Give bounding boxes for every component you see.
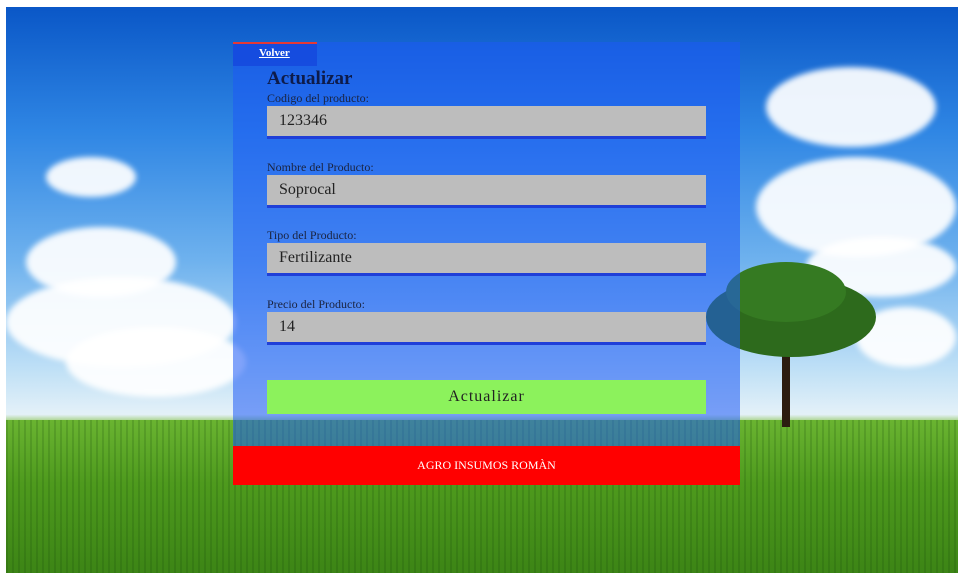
- back-nav-bar: Volver: [233, 42, 317, 66]
- cloud: [46, 157, 136, 197]
- tree-trunk: [782, 347, 790, 427]
- form-title: Actualizar: [267, 68, 353, 89]
- footer-brand: AGRO INSUMOS ROMÀN: [233, 446, 740, 485]
- label-tipo: Tipo del Producto:: [267, 228, 357, 242]
- tipo-input[interactable]: [267, 243, 706, 276]
- tree-crown: [726, 262, 846, 322]
- back-link[interactable]: Volver: [259, 47, 290, 59]
- nombre-input[interactable]: [267, 175, 706, 208]
- update-button[interactable]: Actualizar: [267, 380, 706, 414]
- cloud: [766, 67, 936, 147]
- label-codigo: Codigo del producto:: [267, 91, 369, 105]
- footer-text: AGRO INSUMOS ROMÀN: [417, 458, 556, 472]
- cloud: [66, 327, 246, 397]
- label-precio: Precio del Producto:: [267, 297, 365, 311]
- precio-input[interactable]: [267, 312, 706, 345]
- label-nombre: Nombre del Producto:: [267, 160, 374, 174]
- codigo-input[interactable]: [267, 106, 706, 139]
